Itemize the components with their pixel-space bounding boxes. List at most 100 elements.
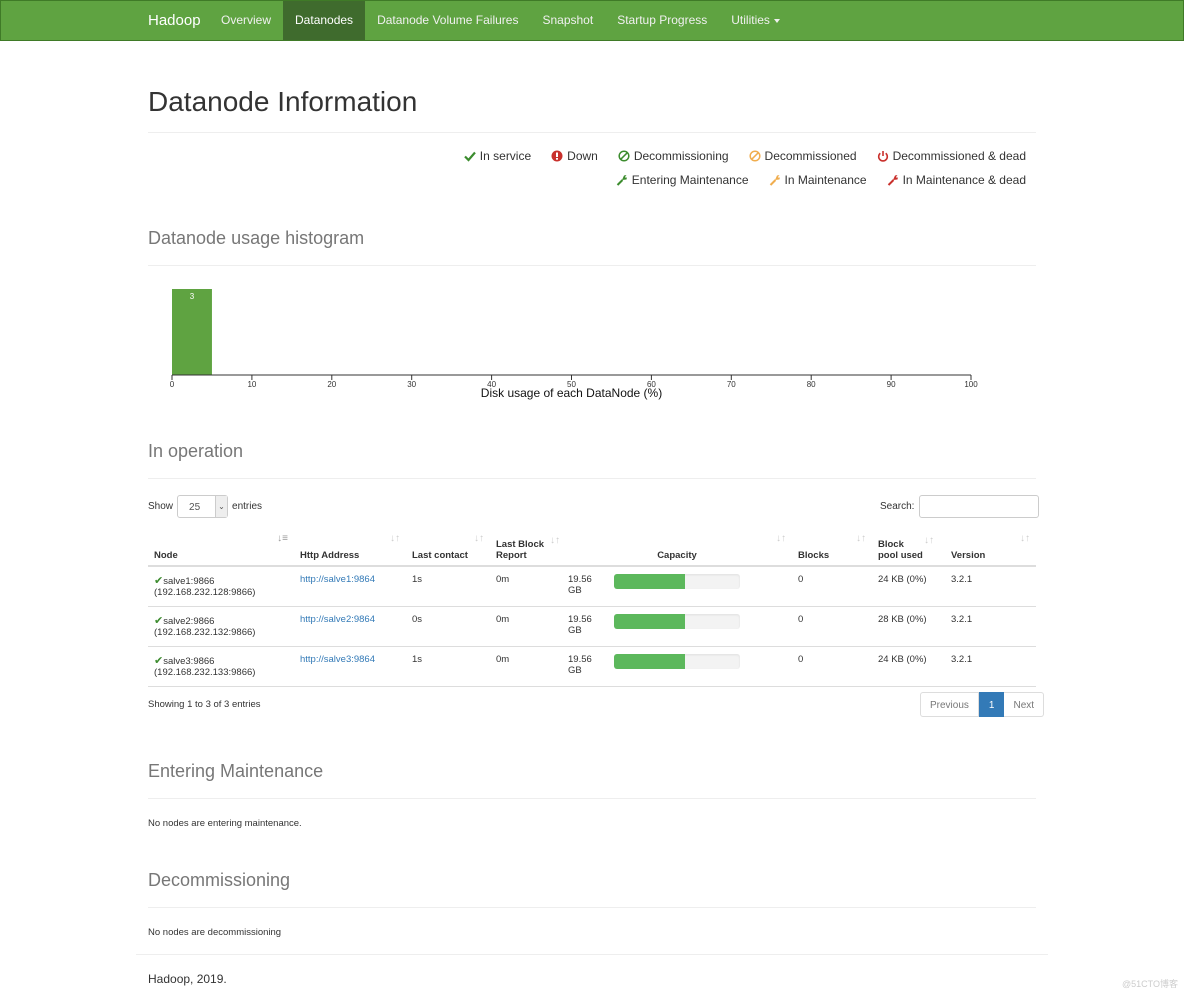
x-tick-label: 90 — [887, 380, 896, 389]
node-ip: (192.168.232.128:9866) — [154, 587, 256, 598]
nav-datanodes[interactable]: Datanodes — [283, 1, 366, 40]
check-icon: ✔ — [154, 654, 164, 667]
entries-label: entries — [232, 501, 263, 512]
sort-icon: ↓↑ — [776, 533, 786, 544]
node-ip: (192.168.232.132:9866) — [154, 626, 256, 638]
chevron-down-icon: ⌄ — [215, 496, 228, 517]
legend-entering-maintenance: Entering Maintenance — [616, 173, 749, 187]
cell-capacity: 19.56 GB — [562, 566, 792, 607]
node-name: salve2:9866 — [163, 615, 215, 627]
brand-link[interactable]: Hadoop — [148, 1, 201, 40]
ban-icon — [748, 150, 761, 162]
wrench-icon — [887, 175, 898, 186]
sort-icon: ↓↑ — [550, 535, 560, 546]
page-length-select[interactable]: 25 ⌄ — [177, 495, 229, 518]
cell-node: ✔salve3:9866 (192.168.232.133:9866) — [148, 646, 294, 687]
in-operation-title: In operation — [148, 441, 244, 461]
legend-row-1: In service Down Decommissioning Decommis… — [464, 149, 1026, 163]
nav-overview[interactable]: Overview — [209, 1, 283, 40]
next-page-button[interactable]: Next — [1004, 692, 1045, 717]
cell-block-pool-used: 24 KB (0%) — [872, 646, 945, 687]
previous-page-button[interactable]: Previous — [920, 692, 979, 717]
table-row: ✔salve3:9866 (192.168.232.133:9866) http:/… — [148, 646, 1036, 687]
search-input[interactable] — [919, 495, 1040, 518]
col-blocks[interactable]: Blocks ↓↑ — [792, 530, 872, 567]
cell-blocks: 0 — [792, 606, 872, 647]
wrench-icon — [769, 175, 780, 186]
capacity-bar-fill — [613, 574, 685, 589]
nav-utilities-dropdown[interactable]: Utilities — [719, 1, 792, 40]
x-axis-label: Disk usage of each DataNode (%) — [481, 386, 662, 400]
watermark: @51CTO博客 — [1122, 979, 1178, 989]
col-capacity[interactable]: Capacity ↓↑ — [562, 530, 792, 567]
page-1-button[interactable]: 1 — [978, 692, 1005, 717]
col-http-address[interactable]: Http Address ↓↑ — [294, 530, 406, 567]
sort-icon: ↓↑ — [1020, 533, 1030, 544]
entering-maintenance-title: Entering Maintenance — [148, 761, 324, 781]
decommissioning-note: No nodes are decommissioning — [148, 927, 282, 938]
http-address-link[interactable]: http://salve1:9864 — [300, 574, 375, 585]
http-address-link[interactable]: http://salve2:9864 — [300, 614, 375, 625]
cell-version: 3.2.1 — [945, 566, 1036, 607]
check-icon — [464, 151, 476, 162]
cell-last-contact: 1s — [406, 646, 490, 687]
x-tick-label: 30 — [407, 380, 416, 389]
cell-last-contact: 1s — [406, 566, 490, 607]
capacity-value: 19.56 GB — [568, 613, 592, 636]
col-last-block-report[interactable]: Last Block Report ↓↑ — [490, 530, 562, 567]
col-last-contact[interactable]: Last contact ↓↑ — [406, 530, 490, 567]
capacity-bar-fill — [613, 653, 685, 669]
cell-block-pool-used: 24 KB (0%) — [872, 566, 945, 607]
divider — [148, 907, 1036, 908]
capacity-bar — [613, 613, 741, 629]
legend-in-maintenance-dead: In Maintenance & dead — [887, 173, 1026, 187]
decommissioning-title: Decommissioning — [148, 870, 291, 890]
col-label: Last contact — [412, 550, 468, 561]
legend-label: In Maintenance & dead — [902, 173, 1026, 187]
x-tick-label: 0 — [170, 380, 175, 389]
cell-blocks: 0 — [792, 646, 872, 687]
cell-last-block-report: 0m — [490, 606, 562, 647]
x-tick-label: 80 — [807, 380, 816, 389]
search-control: Search: — [880, 495, 1040, 518]
divider — [148, 798, 1036, 799]
legend-decommissioned-dead: Decommissioned & dead — [877, 149, 1026, 163]
capacity-bar — [613, 653, 741, 669]
legend-label: In Maintenance — [784, 173, 867, 187]
table-row: ✔salve2:9866 (192.168.232.132:9866) http:/… — [148, 606, 1036, 647]
legend-label: Entering Maintenance — [631, 173, 749, 187]
col-version[interactable]: Version ↓↑ — [945, 530, 1036, 567]
check-icon: ✔ — [154, 614, 164, 627]
footer-divider — [136, 954, 1048, 955]
wrench-icon — [616, 175, 627, 186]
capacity-bar-fill — [613, 613, 685, 629]
node-name: salve1:9866 — [163, 576, 215, 587]
table-info: Showing 1 to 3 of 3 entries — [148, 699, 261, 710]
cell-capacity: 19.56 GB — [562, 646, 792, 687]
cell-http-address: http://salve1:9864 — [294, 566, 406, 607]
show-label: Show — [148, 501, 174, 512]
nav-menu: Overview Datanodes Datanode Volume Failu… — [209, 1, 792, 40]
col-label: Blocks — [798, 550, 830, 561]
sort-icon: ↓↑ — [474, 533, 484, 544]
col-label: Http Address — [300, 550, 360, 561]
nav-snapshot[interactable]: Snapshot — [530, 1, 605, 40]
capacity-bar — [613, 574, 741, 589]
cell-version: 3.2.1 — [945, 646, 1036, 687]
nav-volume-failures[interactable]: Datanode Volume Failures — [365, 1, 530, 40]
cell-http-address: http://salve3:9864 — [294, 646, 406, 687]
col-block-pool-used[interactable]: Block pool used ↓↑ — [872, 530, 945, 567]
page-length-control: Show 25 ⌄ entries — [148, 495, 262, 518]
cell-node: ✔salve1:9866 (192.168.232.128:9866) — [148, 566, 294, 607]
divider — [148, 478, 1036, 479]
http-address-link[interactable]: http://salve3:9864 — [300, 654, 375, 665]
node-ip: (192.168.232.133:9866) — [154, 666, 256, 678]
datanodes-table: Node ↓≡ Http Address ↓↑ Last contact ↓↑ Las… — [148, 530, 1036, 687]
col-node[interactable]: Node ↓≡ — [148, 530, 294, 567]
legend-decommissioning: Decommissioning — [618, 149, 729, 163]
x-tick-label: 100 — [964, 380, 978, 389]
nav-startup-progress[interactable]: Startup Progress — [605, 1, 719, 40]
footer-text: Hadoop, 2019. — [148, 972, 227, 986]
x-tick-label: 70 — [727, 380, 736, 389]
search-label: Search: — [880, 501, 915, 512]
